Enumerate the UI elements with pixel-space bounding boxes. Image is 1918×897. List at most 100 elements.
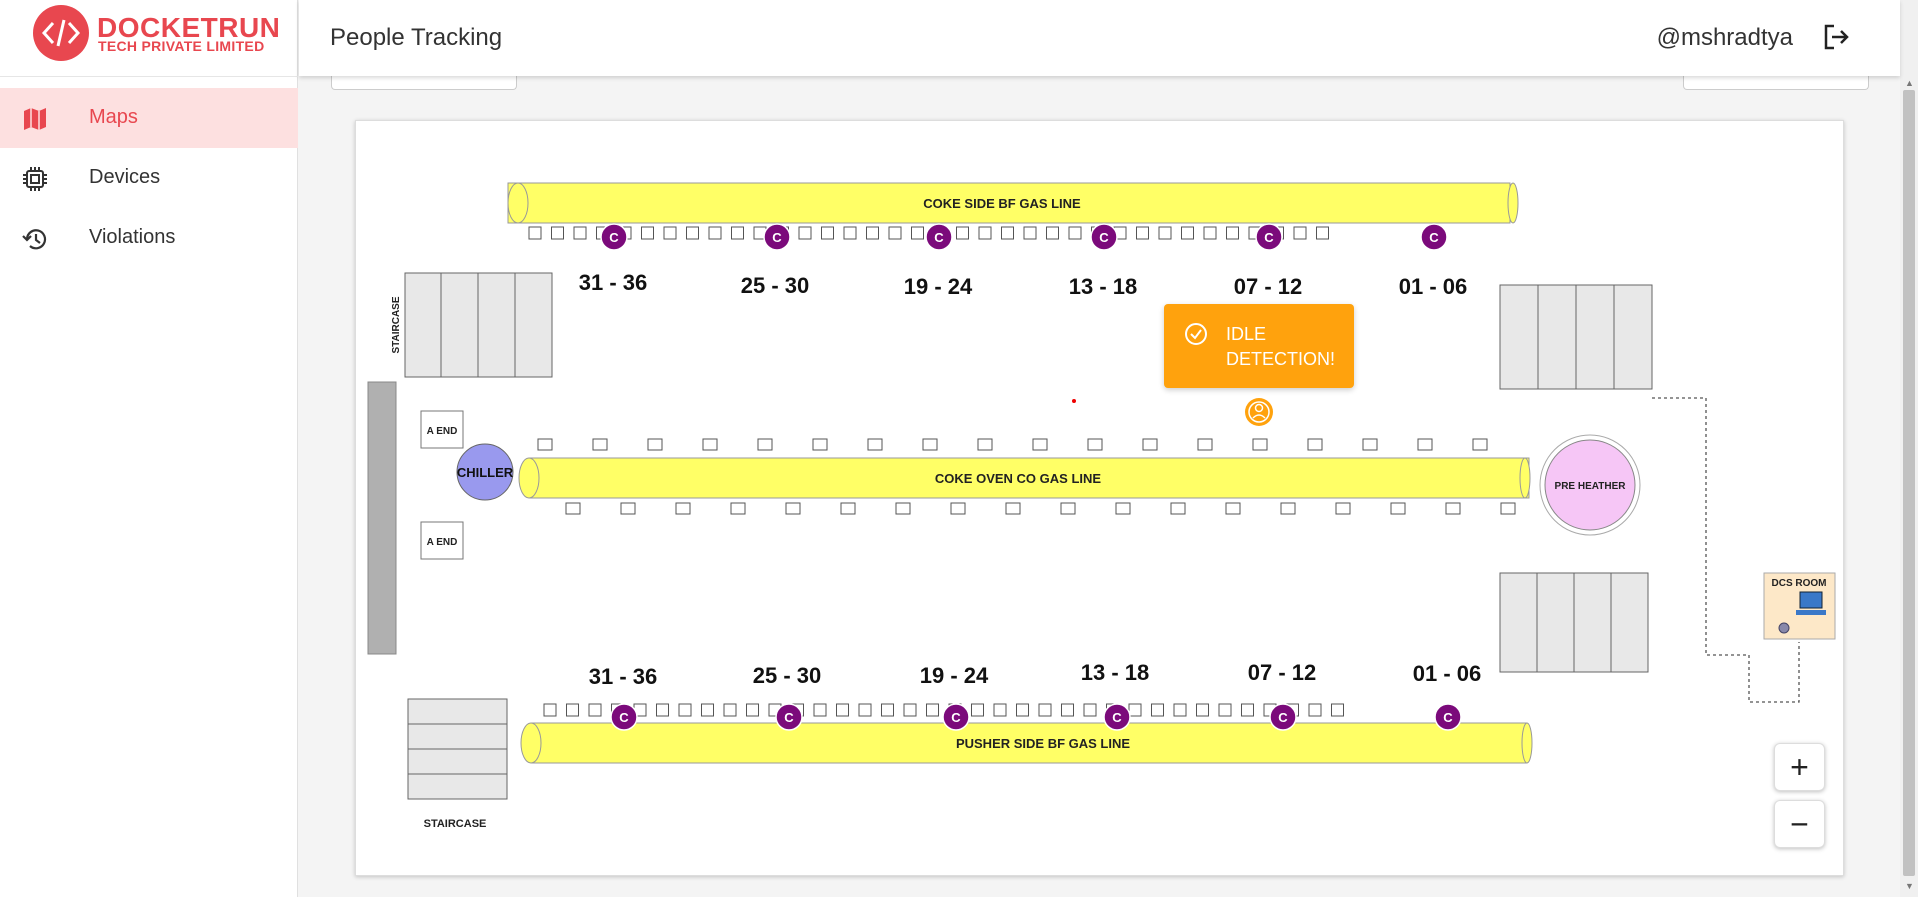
range-label-bottom: 25 - 30 <box>753 663 822 688</box>
sensor-box <box>573 226 587 240</box>
sensor-box <box>1087 438 1103 451</box>
code-brackets-icon <box>33 5 89 61</box>
sidebar-item-maps[interactable]: Maps <box>0 88 298 148</box>
page-scrollbar[interactable]: ▲ ▼ <box>1900 0 1918 897</box>
sensor-box <box>911 226 924 240</box>
sensor-box <box>701 703 714 717</box>
sensor-box <box>686 226 699 240</box>
sensor-box <box>881 703 894 717</box>
range-label-bottom: 19 - 24 <box>920 663 989 688</box>
sensor-box <box>1316 226 1329 240</box>
chiller: CHILLER <box>456 443 514 501</box>
sensor-box <box>1417 438 1433 451</box>
sensor-box <box>1196 703 1209 717</box>
username[interactable]: @mshradtya <box>1657 24 1793 52</box>
toast-line-1: IDLE <box>1226 324 1267 344</box>
sensor-box <box>858 703 872 717</box>
logout-icon[interactable] <box>1821 22 1851 52</box>
sidebar: DOCKETRUN TECH PRIVATE LIMITED Maps Devi… <box>0 0 298 897</box>
sensor-box <box>1280 502 1296 515</box>
range-label-top: 01 - 06 <box>1399 274 1468 299</box>
sensor-box <box>656 703 669 717</box>
sensor-box <box>926 703 939 717</box>
svg-text:C: C <box>1278 710 1288 725</box>
sensor-box <box>1241 703 1254 717</box>
sensor-box <box>1197 438 1213 451</box>
scroll-thumb[interactable] <box>1903 90 1915 876</box>
zoom-out-button[interactable]: − <box>1774 800 1825 848</box>
sensor-box <box>1060 502 1076 515</box>
range-label-bottom: 01 - 06 <box>1413 661 1482 686</box>
sensor-box <box>1252 438 1268 451</box>
location-dot <box>1072 399 1076 403</box>
sensor-box <box>993 703 1007 717</box>
sensor-box <box>731 226 744 240</box>
sensor-box <box>1307 438 1323 451</box>
a-end-top: A END <box>420 410 464 449</box>
sensor-box <box>1445 502 1461 515</box>
sidebar-item-devices[interactable]: Devices <box>0 148 298 208</box>
pipe-middle: COKE OVEN CO GAS LINE <box>518 457 1531 499</box>
sensor-box <box>1061 703 1074 717</box>
scroll-up-arrow[interactable]: ▲ <box>1905 78 1914 88</box>
sidebar-item-label: Maps <box>89 106 138 128</box>
scroll-down-arrow[interactable]: ▼ <box>1905 881 1914 891</box>
sensor-box <box>1023 226 1037 240</box>
sensor-box <box>620 502 636 515</box>
camera-marker[interactable]: C <box>1255 223 1283 251</box>
camera-marker[interactable]: C <box>775 703 803 731</box>
idle-detection-toast[interactable]: IDLE DETECTION! <box>1164 304 1354 388</box>
camera-marker[interactable]: C <box>1434 703 1462 731</box>
svg-text:C: C <box>619 710 629 725</box>
sensor-box <box>543 703 557 717</box>
svg-text:A END: A END <box>427 426 458 437</box>
dcs-room[interactable]: DCS ROOM <box>1763 572 1836 640</box>
svg-text:C: C <box>1112 710 1122 725</box>
camera-marker[interactable]: C <box>600 223 628 251</box>
svg-text:C: C <box>1099 230 1109 245</box>
svg-text:C: C <box>784 710 794 725</box>
sensor-box <box>1005 502 1021 515</box>
brand: DOCKETRUN TECH PRIVATE LIMITED <box>0 0 298 77</box>
sensor-box <box>785 502 801 515</box>
svg-text:C: C <box>934 230 944 245</box>
sensor-box <box>813 703 827 717</box>
sensor-box <box>1158 226 1172 240</box>
sensor-box <box>922 438 938 451</box>
person-marker[interactable] <box>1245 398 1273 426</box>
middle-upper-sensor-boxes <box>537 438 1488 451</box>
camera-marker[interactable]: C <box>942 703 970 731</box>
sensor-box <box>836 703 849 717</box>
check-circle-icon <box>1185 323 1207 345</box>
a-end-bottom: A END <box>420 521 464 560</box>
toast-message: IDLE DETECTION! <box>1226 322 1346 372</box>
camera-marker[interactable]: C <box>1420 223 1448 251</box>
sidebar-item-violations[interactable]: Violations <box>0 208 298 268</box>
camera-marker[interactable]: C <box>1090 223 1118 251</box>
sensor-box <box>1173 703 1187 717</box>
dcs-connection-line <box>1652 397 1800 703</box>
sensor-box <box>551 226 564 240</box>
sensor-box <box>730 502 746 515</box>
camera-marker[interactable]: C <box>1103 703 1131 731</box>
camera-marker[interactable]: C <box>763 223 791 251</box>
sensor-box <box>675 502 691 515</box>
range-label-bottom: 31 - 36 <box>589 664 658 689</box>
sensor-box <box>641 226 654 240</box>
camera-marker[interactable]: C <box>1269 703 1297 731</box>
camera-marker[interactable]: C <box>925 223 953 251</box>
sensor-box <box>1390 502 1406 515</box>
sensor-box <box>1068 226 1082 240</box>
sensor-box <box>956 226 969 240</box>
sensor-box <box>1170 502 1186 515</box>
sensor-box <box>1001 226 1014 240</box>
sensor-box <box>1225 502 1241 515</box>
sensor-box <box>971 703 984 717</box>
camera-marker[interactable]: C <box>610 703 638 731</box>
sensor-box <box>888 226 902 240</box>
zoom-in-button[interactable]: + <box>1774 743 1825 791</box>
sensor-box <box>678 703 692 717</box>
sensor-box <box>565 502 581 515</box>
sensor-box <box>867 438 883 451</box>
sensor-box <box>1128 703 1142 717</box>
